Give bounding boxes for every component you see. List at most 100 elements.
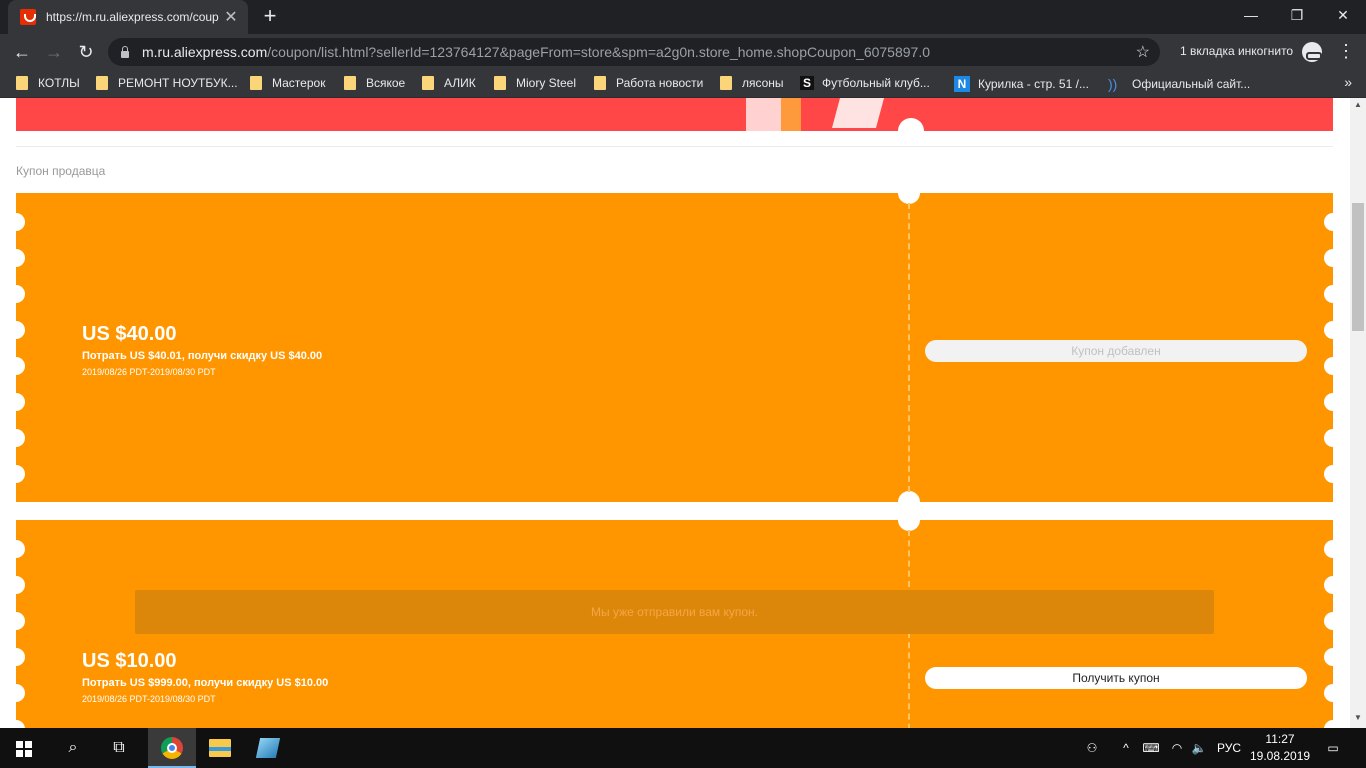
app-taskbar-button[interactable] <box>244 728 292 768</box>
url-path: /coupon/list.html?sellerId=123764127&pag… <box>267 44 931 60</box>
network-icon[interactable]: ⌨ <box>1140 728 1162 768</box>
coupon-edge-cutout <box>1324 213 1333 231</box>
back-button[interactable]: ← <box>10 40 34 64</box>
forward-button[interactable]: → <box>42 40 66 64</box>
bookmark-label: Мастерок <box>272 76 326 90</box>
bookmark-star-icon[interactable]: ☆ <box>1136 42 1150 62</box>
coupon-added-button[interactable]: Купон добавлен <box>925 340 1307 362</box>
aliexpress-favicon-icon <box>20 9 36 25</box>
bookmark-label: Всякое <box>366 76 406 90</box>
scroll-down-arrow-icon[interactable]: ▼ <box>1352 713 1364 725</box>
incognito-label[interactable]: 1 вкладка инкогнито <box>1180 44 1293 58</box>
language-indicator[interactable]: РУС <box>1212 728 1246 768</box>
windows-logo-icon <box>16 741 32 757</box>
action-center-icon[interactable]: ▭ <box>1320 728 1346 768</box>
coupon-notch <box>898 491 920 502</box>
browser-tab[interactable]: https://m.ru.aliexpress.com/coup ✕ <box>8 0 248 34</box>
gift-decoration <box>831 98 885 128</box>
site-n-icon: N <box>954 76 970 92</box>
search-icon[interactable]: ⌕ <box>50 728 96 768</box>
close-window-button[interactable]: ✕ <box>1320 0 1366 30</box>
clock-date: 19.08.2019 <box>1250 749 1311 763</box>
bookmark-label: КОТЛЫ <box>38 76 80 90</box>
tab-strip: https://m.ru.aliexpress.com/coup ✕ + — ❐… <box>0 0 1366 34</box>
bookmark-item[interactable]: Всякое <box>344 76 405 90</box>
show-hidden-icons[interactable]: ^ <box>1116 728 1136 768</box>
coupon-amount: US $10.00 <box>82 650 177 672</box>
bookmark-item[interactable]: КОТЛЫ <box>16 76 80 90</box>
get-coupon-button[interactable]: Получить купон <box>925 667 1307 689</box>
chrome-taskbar-button[interactable] <box>148 728 196 768</box>
bookmark-label: Курилка - стр. 51 /... <box>978 77 1089 91</box>
clock-time: 11:27 <box>1265 732 1295 746</box>
start-button[interactable] <box>0 728 46 768</box>
coupon-edge-cutout <box>16 285 25 303</box>
divider <box>16 146 1333 147</box>
bookmark-item[interactable]: Мастерок <box>250 76 325 90</box>
coupon-edge-cutout <box>1324 285 1333 303</box>
app-icon <box>255 738 281 758</box>
incognito-icon[interactable] <box>1302 42 1322 62</box>
coupon-edge-cutout <box>1324 249 1333 267</box>
bookmark-label: Miory Steel <box>516 76 577 90</box>
bookmark-item[interactable]: РЕМОНТ НОУТБУК... <box>96 76 238 90</box>
site-s-icon: S <box>800 76 814 90</box>
bookmark-item[interactable]: АЛИК <box>422 76 476 90</box>
scroll-up-arrow-icon[interactable]: ▲ <box>1352 100 1364 112</box>
bookmark-label: РЕМОНТ НОУТБУК... <box>118 76 238 90</box>
explorer-taskbar-button[interactable] <box>196 728 244 768</box>
coupon-edge-cutout <box>16 648 25 666</box>
coupon-edge-cutout <box>16 357 25 375</box>
toast-message: Мы уже отправили вам купон. <box>135 590 1214 634</box>
coupon-edge-cutout <box>1324 576 1333 594</box>
folder-icon <box>250 76 262 90</box>
bookmarks-overflow-icon[interactable]: » <box>1344 74 1352 90</box>
reload-button[interactable]: ↻ <box>74 40 98 64</box>
store-coupon-banner <box>16 98 1333 144</box>
folder-icon <box>594 76 606 90</box>
bookmark-item[interactable]: S Футбольный клуб... <box>800 76 930 90</box>
minimize-button[interactable]: — <box>1228 0 1274 30</box>
tab-close-icon[interactable]: ✕ <box>222 7 240 27</box>
coupon-edge-cutout <box>1324 321 1333 339</box>
lock-icon[interactable] <box>120 46 130 58</box>
coupon-edge-cutout <box>16 393 25 411</box>
windows-taskbar: ⌕ ⧉ ⚇ ^ ⌨ ◠ 🔈 РУС 11:27 19.08.2019 ▭ <box>0 728 1366 768</box>
section-title: Купон продавца <box>16 164 106 178</box>
bookmark-item[interactable]: Miory Steel <box>494 76 576 90</box>
gift-decoration <box>781 98 801 131</box>
volume-icon[interactable]: 🔈 <box>1188 728 1210 768</box>
people-icon[interactable]: ⚇ <box>1080 728 1104 768</box>
folder-icon <box>16 76 28 90</box>
coupon-condition: Потрать US $999.00, получи скидку US $10… <box>82 677 329 689</box>
coupon-perforation <box>908 203 910 492</box>
bookmark-item[interactable]: )) Официальный сайт... <box>1108 76 1250 92</box>
coupon-edge-cutout <box>1324 684 1333 702</box>
coupon-edge-cutout <box>1324 429 1333 447</box>
bookmark-label: Работа новости <box>616 76 704 90</box>
new-tab-button[interactable]: + <box>258 5 282 29</box>
scrollbar[interactable] <box>1350 98 1366 728</box>
task-view-icon[interactable]: ⧉ <box>96 728 142 768</box>
bookmark-item[interactable]: лясоны <box>720 76 784 90</box>
bookmark-item[interactable]: N Курилка - стр. 51 /... <box>954 76 1089 92</box>
coupon-edge-cutout <box>1324 612 1333 630</box>
coupon-edge-cutout <box>16 321 25 339</box>
bookmark-label: АЛИК <box>444 76 476 90</box>
chrome-icon <box>161 737 183 759</box>
address-bar[interactable]: m.ru.aliexpress.com/coupon/list.html?sel… <box>108 38 1160 66</box>
coupon-edge-cutout <box>16 429 25 447</box>
coupon-amount: US $40.00 <box>82 323 177 345</box>
coupon-edge-cutout <box>16 540 25 558</box>
folder-icon <box>96 76 108 90</box>
coupon-card: US $40.00 Потрать US $40.01, получи скид… <box>16 193 1333 502</box>
restore-button[interactable]: ❐ <box>1274 0 1320 30</box>
folder-icon <box>422 76 434 90</box>
scrollbar-thumb[interactable] <box>1352 203 1364 331</box>
coupon-edge-cutout <box>1324 720 1333 728</box>
system-clock[interactable]: 11:27 19.08.2019 <box>1250 731 1310 765</box>
bookmark-item[interactable]: Работа новости <box>594 76 703 90</box>
wifi-icon[interactable]: ◠ <box>1166 728 1188 768</box>
browser-menu-icon[interactable]: ⋮ <box>1336 40 1356 64</box>
coupon-edge-cutout <box>16 720 25 728</box>
